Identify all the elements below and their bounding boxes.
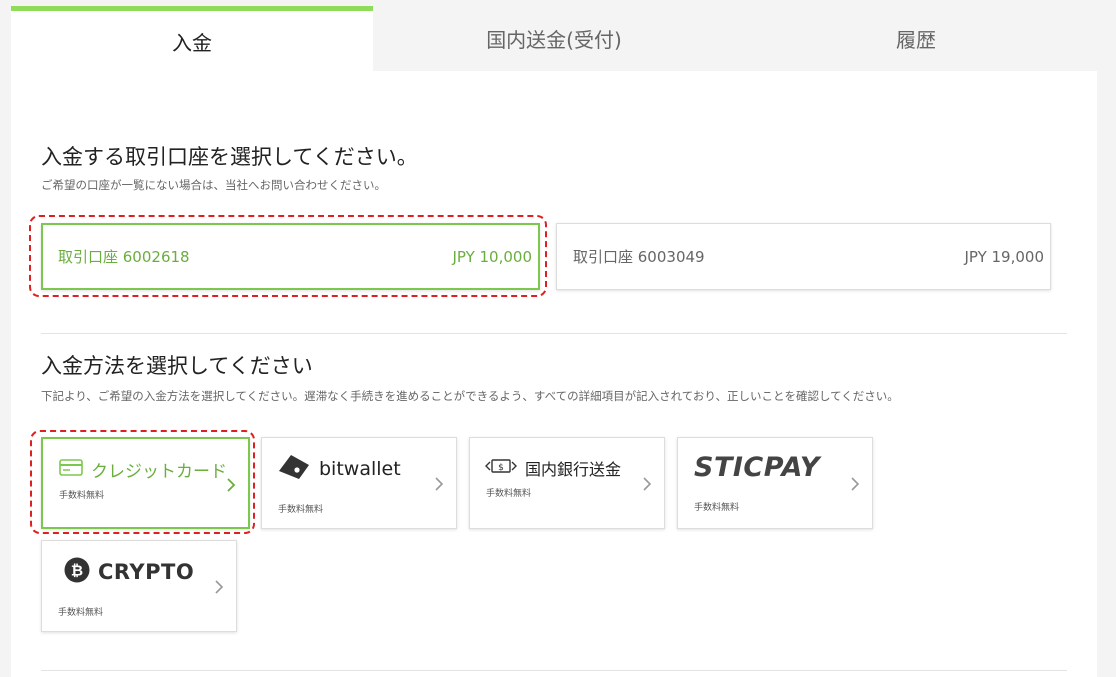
method-fee: 手数料無料 [278, 505, 324, 515]
method-crypto[interactable]: ₿ CRYPTO 手数料無料 [41, 540, 237, 632]
tab-bar: 入金 国内送金(受付) 履歴 [11, 6, 1097, 71]
bank-transfer-icon: $ [485, 457, 517, 479]
account-balance: JPY 19,000 [964, 247, 1044, 266]
tab-deposit[interactable]: 入金 [11, 6, 373, 71]
svg-text:₿: ₿ [71, 562, 83, 580]
method-bank-transfer[interactable]: $ 国内銀行送金 手数料無料 [469, 437, 665, 529]
method-fee: 手数料無料 [486, 489, 532, 499]
chevron-right-icon [642, 476, 652, 496]
method-fee: 手数料無料 [694, 503, 740, 513]
svg-text:$: $ [498, 463, 504, 473]
account-card-6003049[interactable]: 取引口座 6003049 JPY 19,000 [556, 223, 1051, 290]
account-name: 取引口座 6002618 [58, 248, 190, 266]
bitwallet-logo-icon [277, 453, 311, 485]
method-label: 国内銀行送金 [525, 460, 622, 479]
chevron-right-icon [434, 476, 444, 496]
section-divider [41, 670, 1067, 671]
bitcoin-icon: ₿ [64, 557, 90, 587]
account-name: 取引口座 6003049 [573, 248, 705, 266]
method-label: bitwallet [319, 458, 401, 480]
method-fee: 手数料無料 [58, 608, 104, 618]
tab-domestic-transfer[interactable]: 国内送金(受付) [373, 6, 735, 71]
tab-history[interactable]: 履歴 [735, 6, 1097, 71]
chevron-right-icon [214, 579, 224, 599]
method-section-title: 入金方法を選択してください [41, 354, 313, 378]
method-section-subtitle: 下記より、ご希望の入金方法を選択してください。遅滞なく手続きを進めることができる… [41, 389, 899, 403]
credit-card-icon [59, 459, 83, 480]
chevron-right-icon [226, 477, 236, 497]
method-label: CRYPTO [98, 560, 195, 584]
account-section-title: 入金する取引口座を選択してください。 [41, 145, 418, 169]
method-sticpay[interactable]: STICPAY 手数料無料 [677, 437, 873, 529]
account-balance: JPY 10,000 [452, 247, 532, 266]
method-bitwallet[interactable]: bitwallet 手数料無料 [261, 437, 457, 529]
chevron-right-icon [850, 476, 860, 496]
method-fee: 手数料無料 [59, 491, 105, 501]
account-card-6002618[interactable]: 取引口座 6002618 JPY 10,000 [41, 223, 540, 290]
sticpay-logo: STICPAY [694, 452, 820, 483]
section-divider [41, 333, 1067, 334]
account-section-subtitle: ご希望の口座が一覧にない場合は、当社へお問い合わせください。 [41, 178, 386, 192]
method-credit-card[interactable]: クレジットカード 手数料無料 [41, 437, 250, 529]
method-label: クレジットカード [91, 462, 227, 482]
